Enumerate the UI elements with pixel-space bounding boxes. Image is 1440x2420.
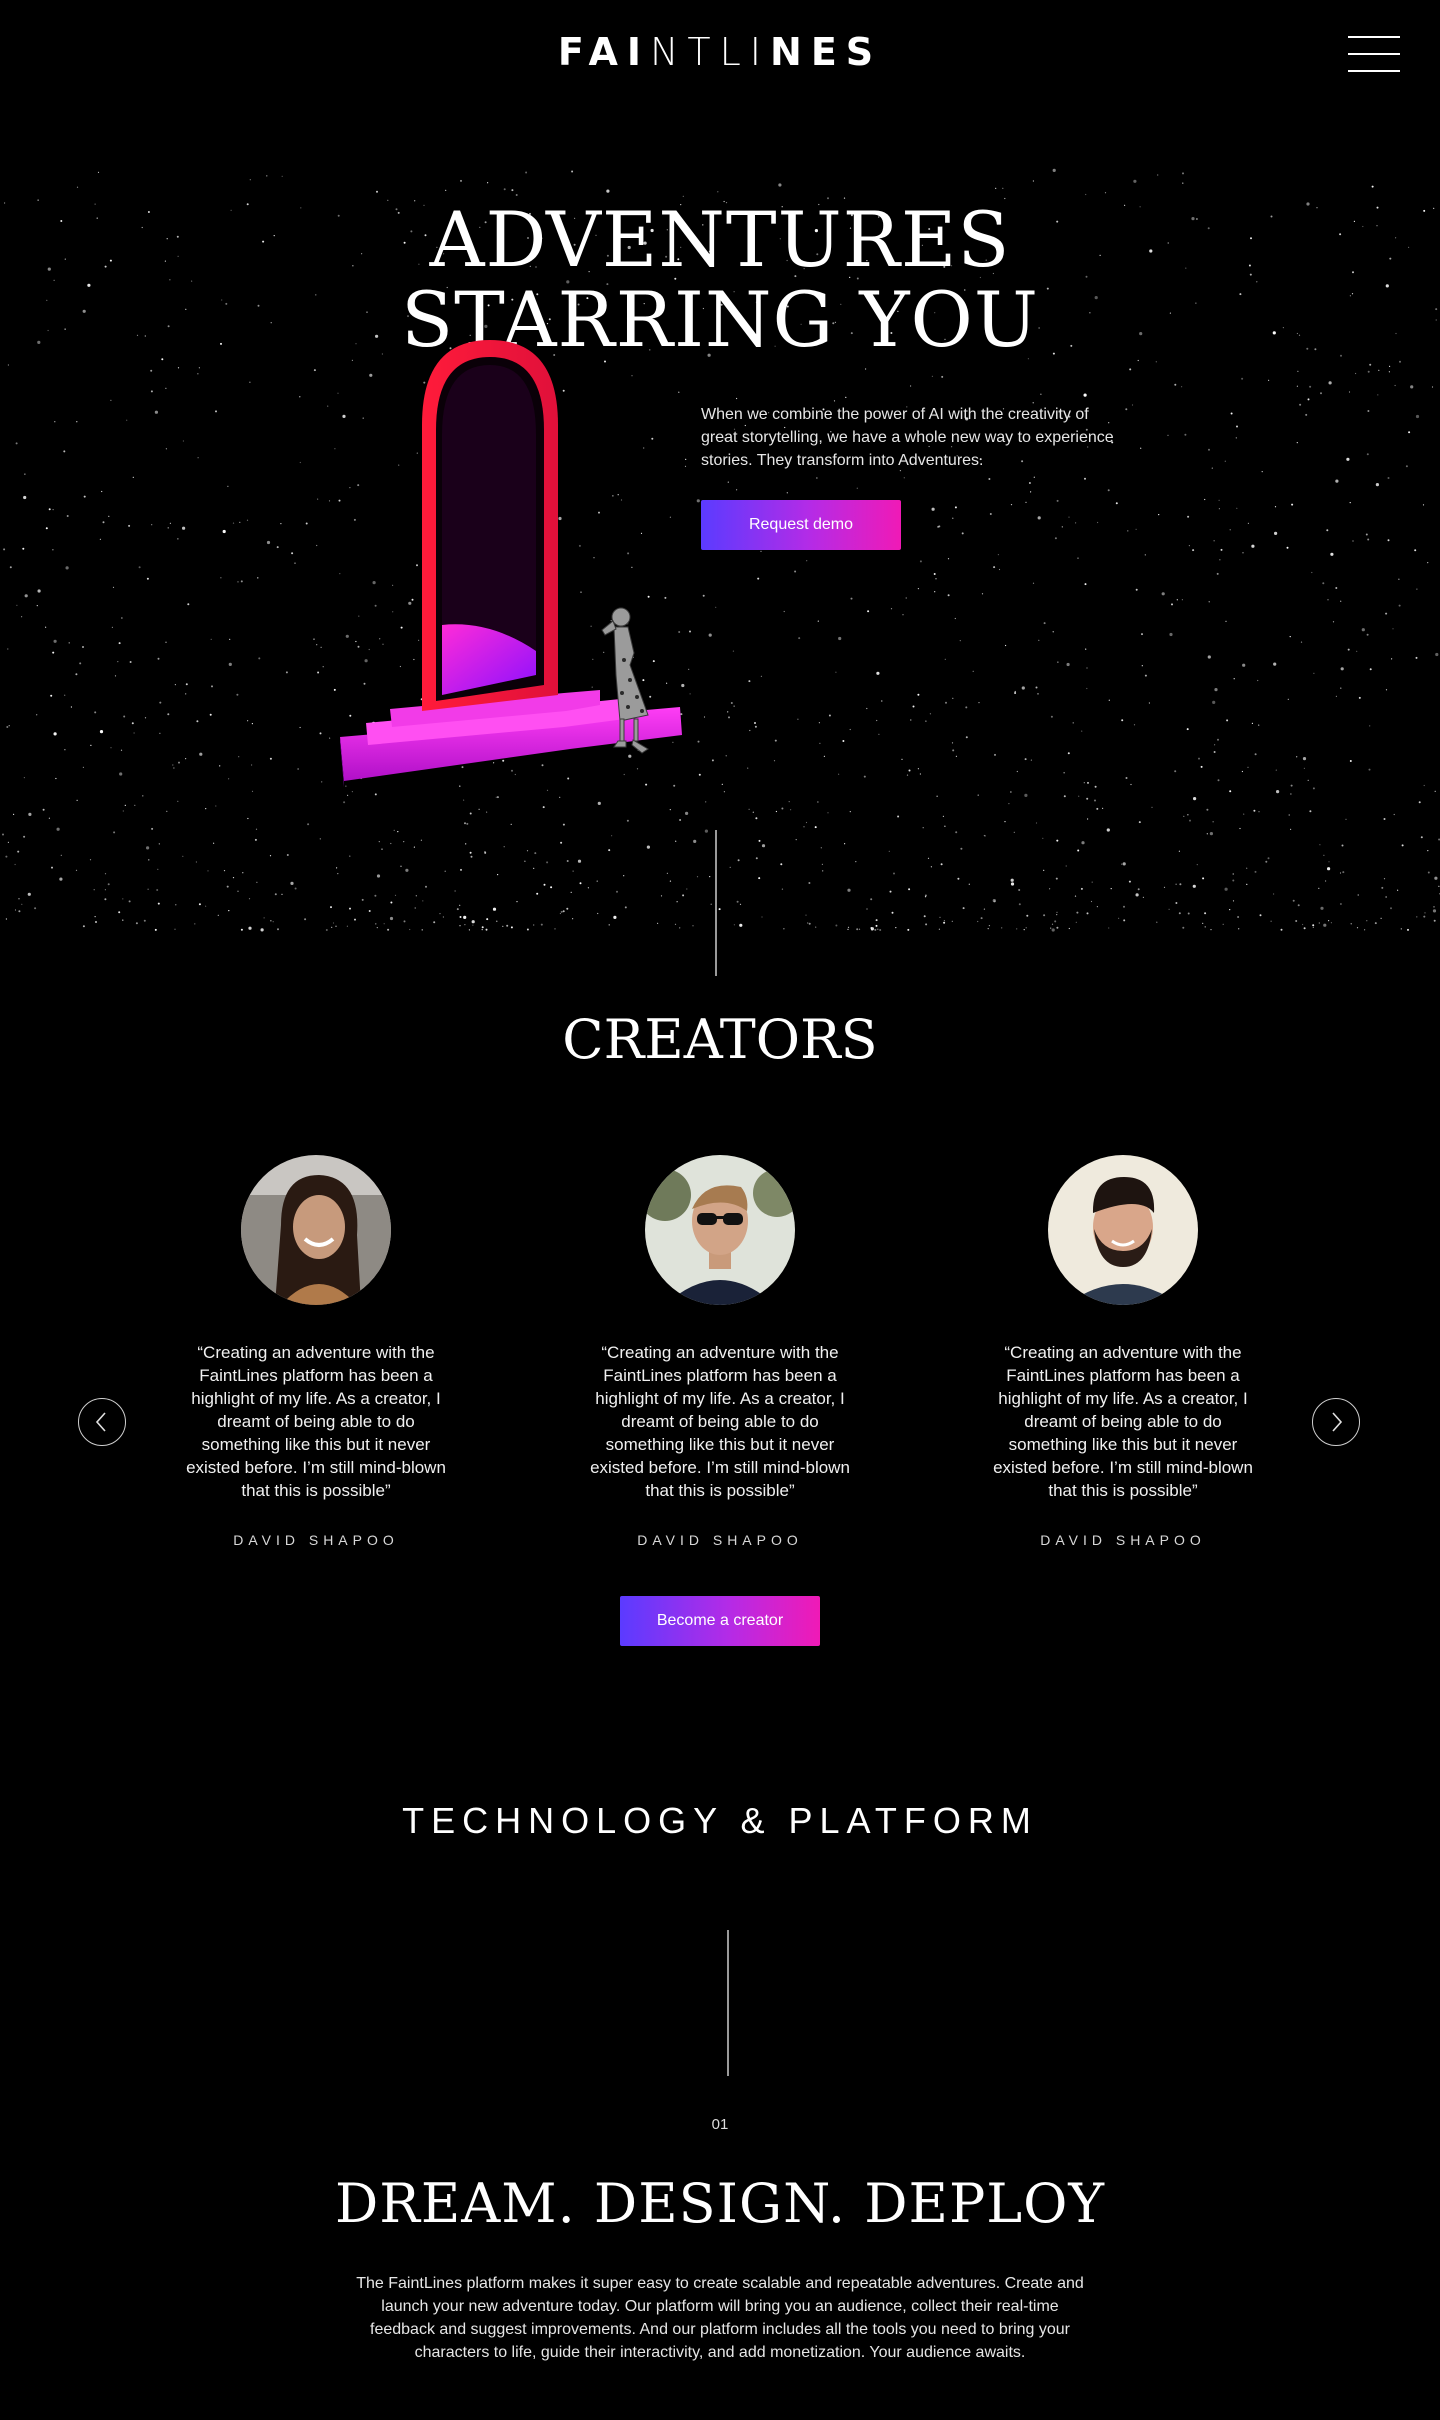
step-number: 01	[711, 2116, 729, 2133]
logo-part-2: NTLI	[650, 30, 771, 74]
logo-part-1: FAI	[557, 30, 650, 74]
step-description: The FaintLines platform makes it super e…	[356, 2275, 1084, 2361]
avatar-photo-man-beard	[1048, 1155, 1198, 1305]
creator-author-1: DAVID SHAPOO	[233, 1532, 399, 1548]
hero-title-line-1: ADVENTURES	[429, 195, 1011, 284]
carousel-prev-button[interactable]	[78, 1398, 126, 1446]
creator-avatar-1	[241, 1155, 391, 1305]
logo-part-3: NES	[770, 30, 883, 74]
creator-author-3: DAVID SHAPOO	[1040, 1532, 1206, 1548]
divider-line-2	[727, 1930, 729, 2076]
creators-title: CREATORS	[562, 1008, 878, 1071]
chevron-left-icon	[95, 1412, 106, 1432]
chevron-right-icon	[1332, 1412, 1343, 1432]
avatar-photo-woman	[241, 1155, 391, 1305]
portal-door-illustration	[340, 340, 682, 787]
creator-avatar-2	[645, 1155, 795, 1305]
hero-title: ADVENTURES STARRING YOU	[0, 200, 1440, 360]
creator-quote-3: “Creating an adventure with the FaintLin…	[993, 1343, 1253, 1500]
creator-author-2: DAVID SHAPOO	[637, 1532, 803, 1548]
step-title: DREAM. DESIGN. DEPLOY	[334, 2172, 1106, 2235]
hero-description: When we combine the power of AI with the…	[701, 406, 1114, 469]
creator-quote-1: “Creating an adventure with the FaintLin…	[186, 1343, 446, 1500]
divider-line	[715, 830, 717, 976]
carousel-next-button[interactable]	[1312, 1398, 1360, 1446]
hero-title-line-2: STARRING YOU	[401, 275, 1039, 364]
creator-avatar-3	[1048, 1155, 1198, 1305]
avatar-photo-man-sunglasses	[645, 1155, 795, 1305]
creator-quote-2: “Creating an adventure with the FaintLin…	[590, 1343, 850, 1500]
hamburger-menu-icon[interactable]	[1348, 36, 1400, 76]
faintlines-logo[interactable]: FAINTLINES	[0, 30, 1440, 74]
request-demo-button[interactable]: Request demo	[701, 500, 901, 550]
become-creator-button[interactable]: Become a creator	[620, 1596, 820, 1646]
technology-title: TECHNOLOGY & PLATFORM	[402, 1800, 1038, 1841]
